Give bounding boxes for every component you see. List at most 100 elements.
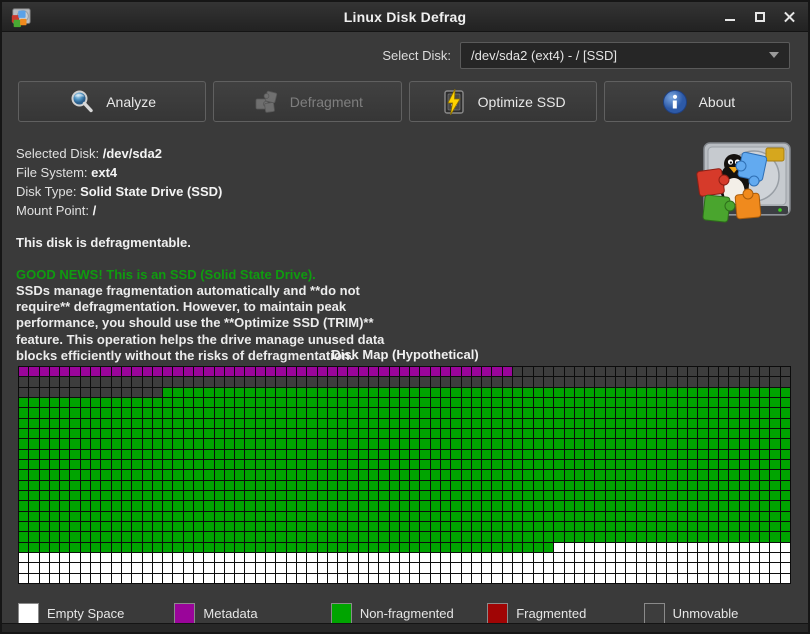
disk-map-cell-nonfragmented [368,387,379,397]
disk-map-cell-nonfragmented [585,418,595,428]
disk-map-cell-empty [636,563,646,573]
defragment-button[interactable]: Defragment [213,81,402,122]
disk-map-cell-nonfragmented [441,439,451,449]
disk-map-cell-nonfragmented [132,532,142,542]
disk-map-cell-unmovable [121,377,132,387]
disk-map-cell-nonfragmented [348,501,358,511]
disk-map-cell-empty [595,552,605,563]
disk-map-cell-nonfragmented [19,428,29,439]
disk-map-cell-nonfragmented [657,480,667,490]
disk-map-cell-nonfragmented [657,428,667,439]
disk-map-cell-nonfragmented [585,490,595,501]
disk-map-cell-metadata [214,367,224,377]
disk-map-cell-nonfragmented [543,387,554,397]
close-button[interactable] [782,9,798,25]
disk-map-cell-metadata [19,367,29,377]
disk-map-cell-empty [348,563,358,573]
disk-map-cell-empty [111,563,121,573]
disk-map-cell-unmovable [688,367,698,377]
disk-map-cell-nonfragmented [183,511,193,521]
disk-map-cell-nonfragmented [338,511,348,521]
legend-label: Unmovable [672,605,739,621]
disk-map-cell-nonfragmented [214,449,224,459]
disk-map-cell-nonfragmented [266,418,276,428]
disk-map-cell-nonfragmented [420,408,430,418]
disk-select-dropdown[interactable]: /dev/sda2 (ext4) - / [SSD] [460,41,790,69]
disk-map-cell-nonfragmented [379,397,389,408]
disk-map-cell-empty [760,542,770,552]
disk-map-cell-nonfragmented [368,542,379,552]
analyze-button[interactable]: Analyze [18,81,207,122]
disk-map-cell-nonfragmented [111,418,121,428]
disk-map-cell-nonfragmented [193,387,204,397]
disk-map-cell-nonfragmented [255,459,266,470]
disk-map-cell-unmovable [307,377,317,387]
disk-map-cell-nonfragmented [348,397,358,408]
disk-map-cell-unmovable [430,377,441,387]
disk-map-cell-nonfragmented [60,439,70,449]
disk-map-cell-nonfragmented [749,511,760,521]
disk-map-cell-nonfragmented [502,449,513,459]
disk-map-cell-nonfragmented [163,470,173,480]
disk-map-cell-nonfragmented [677,521,688,532]
disk-map-cell-nonfragmented [626,418,636,428]
disk-map-cell-unmovable [389,377,399,387]
disk-map-cell-unmovable [101,387,111,397]
disk-map-cell-nonfragmented [749,449,760,459]
disk-map-cell-nonfragmented [780,459,790,470]
disk-map-cell-unmovable [729,367,739,377]
disk-map-cell-metadata [348,367,358,377]
disk-map-cell-unmovable [441,377,451,387]
disk-map-cell-nonfragmented [142,397,152,408]
disk-map-cell-empty [564,542,574,552]
disk-map-cell-unmovable [91,387,101,397]
disk-map-cell-nonfragmented [564,521,574,532]
disk-map-cell-nonfragmented [657,521,667,532]
disk-map-cell-nonfragmented [317,470,327,480]
maximize-button[interactable] [752,9,768,25]
disk-map-cell-nonfragmented [554,449,564,459]
disk-map-cell-nonfragmented [677,490,688,501]
disk-map-cell-nonfragmented [142,459,152,470]
disk-map-cell-empty [430,552,441,563]
disk-map-cell-nonfragmented [574,490,585,501]
disk-map-cell-empty [657,573,667,583]
disk-map-cell-nonfragmented [471,459,482,470]
disk-map-cell-nonfragmented [492,542,502,552]
disk-map-cell-nonfragmented [204,449,214,459]
disk-map-cell-unmovable [667,367,677,377]
about-button[interactable]: About [603,81,792,122]
disk-map-cell-unmovable [368,377,379,387]
disk-map-cell-nonfragmented [101,408,111,418]
disk-map-cell-nonfragmented [646,470,657,480]
disk-map-cell-nonfragmented [193,418,204,428]
disk-map-cell-nonfragmented [317,542,327,552]
disk-map-cell-nonfragmented [574,470,585,480]
disk-map-cell-nonfragmented [482,511,492,521]
disk-map-cell-nonfragmented [605,439,615,449]
disk-map-cell-nonfragmented [132,459,142,470]
disk-map-cell-empty [636,552,646,563]
disk-map-cell-nonfragmented [554,532,564,542]
minimize-button[interactable] [722,9,738,25]
disk-map-cell-nonfragmented [39,439,49,449]
disk-map-cell-nonfragmented [718,449,729,459]
disk-map-cell-nonfragmented [667,387,677,397]
disk-map-cell-nonfragmented [471,470,482,480]
disk-map-cell-nonfragmented [749,532,760,542]
disk-map-cell-nonfragmented [193,532,204,542]
disk-map-cell-nonfragmented [616,511,626,521]
disk-map-cell-empty [235,573,245,583]
disk-map-cell-empty [482,563,492,573]
disk-map-cell-nonfragmented [338,521,348,532]
disk-map-cell-nonfragmented [543,449,554,459]
disk-map-cell-nonfragmented [80,408,91,418]
disk-map-cell-nonfragmented [183,470,193,480]
select-disk-row: Select Disk: /dev/sda2 (ext4) - / [SSD] [2,32,808,78]
legend-item-fragmented: Fragmented [487,602,643,624]
disk-map-cell-nonfragmented [688,511,698,521]
disk-map-cell-nonfragmented [214,470,224,480]
disk-map-cell-nonfragmented [286,490,296,501]
optimize-ssd-button[interactable]: Optimize SSD [408,81,597,122]
disk-map-cell-nonfragmented [60,459,70,470]
